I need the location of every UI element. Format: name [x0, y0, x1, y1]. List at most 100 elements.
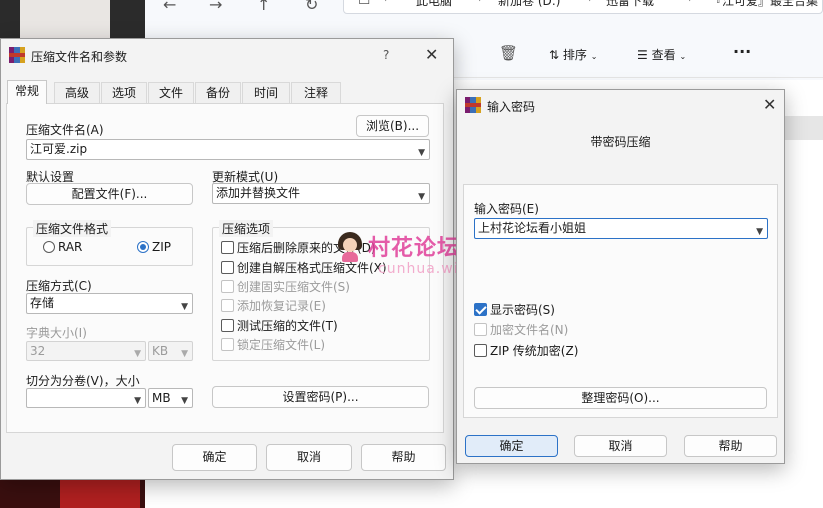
- option-recovery-record[interactable]: 添加恢复记录(E): [221, 299, 326, 313]
- close-icon[interactable]: ✕: [763, 97, 776, 113]
- chevron-down-icon[interactable]: ▼: [418, 188, 425, 204]
- sort-icon: ⇅: [549, 48, 560, 62]
- list-item[interactable]: [785, 116, 823, 140]
- chevron-down-icon: ⌄: [679, 52, 687, 61]
- background-artwork: [60, 478, 140, 508]
- checkbox-indicator: [221, 299, 234, 312]
- update-mode-select[interactable]: 添加并替换文件 ▼: [212, 183, 430, 204]
- help-button[interactable]: 帮助: [361, 444, 446, 471]
- breadcrumb-item[interactable]: 新加卷 (D:): [498, 0, 560, 9]
- view-icon: ☰: [637, 48, 648, 62]
- archive-name-field[interactable]: 江可爱.zip ▼: [26, 139, 430, 160]
- view-label: 查看: [651, 48, 676, 62]
- set-password-button[interactable]: 设置密码(P)...: [212, 386, 429, 408]
- organize-passwords-button[interactable]: 整理密码(O)...: [474, 387, 767, 409]
- dictionary-unit-select[interactable]: KB ▼: [148, 341, 193, 361]
- help-button[interactable]: 帮助: [684, 435, 777, 457]
- breadcrumb-item[interactable]: 此电脑: [416, 0, 452, 9]
- tab-files[interactable]: 文件: [148, 82, 194, 103]
- split-size-field[interactable]: ▼: [26, 388, 146, 408]
- close-icon[interactable]: ✕: [425, 47, 438, 63]
- encrypt-names-label: 加密文件名(N): [490, 323, 569, 337]
- show-password-checkbox[interactable]: 显示密码(S): [474, 303, 555, 317]
- zip-legacy-checkbox[interactable]: ZIP 传统加密(Z): [474, 344, 578, 358]
- encrypt-names-checkbox[interactable]: 加密文件名(N): [474, 323, 568, 337]
- help-icon[interactable]: ?: [383, 48, 389, 62]
- chevron-down-icon[interactable]: ▼: [134, 392, 141, 407]
- zip-legacy-label: ZIP 传统加密(Z): [490, 344, 579, 358]
- option-test-files[interactable]: 测试压缩的文件(T): [221, 319, 338, 333]
- password-heading: 带密码压缩: [590, 135, 651, 149]
- compression-method-label: 压缩方式(C): [26, 279, 92, 293]
- format-zip-radio[interactable]: ZIP: [137, 240, 171, 254]
- tab-comment[interactable]: 注释: [291, 82, 341, 103]
- checkbox-indicator: [221, 280, 234, 293]
- profiles-button[interactable]: 配置文件(F)...: [26, 183, 193, 205]
- up-arrow-icon[interactable]: ↑: [257, 0, 270, 14]
- chevron-down-icon[interactable]: ▼: [181, 298, 188, 314]
- tab-options[interactable]: 选项: [101, 82, 147, 103]
- checkbox-indicator: [221, 261, 234, 274]
- watermark-url: cunhua.win: [378, 261, 469, 277]
- trash-icon[interactable]: 🗑: [499, 44, 518, 62]
- password-label: 输入密码(E): [474, 202, 539, 216]
- chevron-right-icon: ›: [478, 0, 482, 5]
- split-unit-select[interactable]: MB ▼: [148, 388, 193, 408]
- winrar-icon: [9, 47, 25, 63]
- breadcrumb-item[interactable]: 迅雷下载: [606, 0, 654, 9]
- dialog-title: 压缩文件名和参数: [31, 50, 128, 64]
- password-value: 上村花论坛看小姐姐: [478, 221, 587, 235]
- checkbox-indicator: [474, 323, 487, 336]
- explorer-navbar: ← → ↑ ↻ ▭ › 此电脑 › 新加卷 (D:) › 迅雷下载 › 『江可爱…: [145, 0, 823, 16]
- chevron-down-icon: ▼: [134, 349, 141, 359]
- archive-format-title: 压缩文件格式: [33, 220, 112, 237]
- mascot-icon: [338, 232, 362, 262]
- split-volumes-label: 切分为分卷(V)，大小: [26, 374, 140, 388]
- tab-backup[interactable]: 备份: [195, 82, 241, 103]
- chevron-down-icon[interactable]: ▼: [756, 223, 763, 239]
- winrar-icon: [465, 97, 481, 113]
- format-rar-radio[interactable]: RAR: [43, 240, 82, 254]
- watermark-text: 村花论坛: [368, 236, 461, 261]
- dictionary-unit-value: KB: [152, 344, 169, 358]
- cancel-button[interactable]: 取消: [266, 444, 352, 471]
- sort-button[interactable]: ⇅ 排序 ⌄: [549, 46, 597, 63]
- cancel-button[interactable]: 取消: [574, 435, 667, 457]
- more-options-icon[interactable]: ···: [733, 42, 751, 61]
- ok-button[interactable]: 确定: [465, 435, 558, 457]
- password-input[interactable]: 上村花论坛看小姐姐 ▼: [474, 218, 768, 239]
- refresh-icon[interactable]: ↻: [305, 0, 318, 14]
- option-label: 创建固实压缩文件(S): [237, 280, 350, 294]
- back-arrow-icon[interactable]: ←: [163, 0, 176, 14]
- breadcrumb-item[interactable]: 『江可爱』最全合集: [710, 0, 818, 9]
- tab-advanced[interactable]: 高级: [54, 82, 100, 103]
- archive-name-value: 江可爱.zip: [30, 142, 88, 156]
- sort-label: 排序: [562, 48, 587, 62]
- browse-button[interactable]: 浏览(B)...: [356, 115, 429, 137]
- chevron-down-icon: ▼: [181, 349, 188, 359]
- checkbox-indicator: [474, 303, 487, 316]
- compression-method-select[interactable]: 存储 ▼: [26, 293, 193, 314]
- chevron-right-icon: ›: [384, 0, 388, 5]
- chevron-down-icon[interactable]: ▼: [418, 144, 425, 160]
- archive-name-label: 压缩文件名(A): [26, 123, 104, 137]
- chevron-right-icon: ›: [688, 0, 692, 5]
- chevron-down-icon[interactable]: ▼: [181, 392, 188, 407]
- option-lock-archive[interactable]: 锁定压缩文件(L): [221, 338, 325, 352]
- split-unit-value: MB: [152, 391, 171, 405]
- tab-general[interactable]: 常规: [7, 80, 47, 104]
- view-button[interactable]: ☰ 查看 ⌄: [637, 46, 686, 63]
- dictionary-size-select[interactable]: 32 ▼: [26, 341, 146, 361]
- option-solid-archive[interactable]: 创建固实压缩文件(S): [221, 280, 350, 294]
- forward-arrow-icon[interactable]: →: [209, 0, 222, 14]
- title-bar: 压缩文件名和参数 ? ✕: [1, 39, 453, 69]
- ok-button[interactable]: 确定: [172, 444, 257, 471]
- checkbox-indicator: [474, 344, 487, 357]
- show-password-label: 显示密码(S): [490, 303, 555, 317]
- tab-strip: 常规 高级 选项 文件 备份 时间 注释: [0, 80, 446, 104]
- radio-indicator: [43, 241, 55, 253]
- tab-time[interactable]: 时间: [242, 82, 290, 103]
- computer-icon: ▭: [358, 0, 371, 9]
- address-bar[interactable]: ▭ › 此电脑 › 新加卷 (D:) › 迅雷下载 › 『江可爱』最全合集: [343, 0, 823, 14]
- dictionary-size-label: 字典大小(I): [26, 326, 87, 340]
